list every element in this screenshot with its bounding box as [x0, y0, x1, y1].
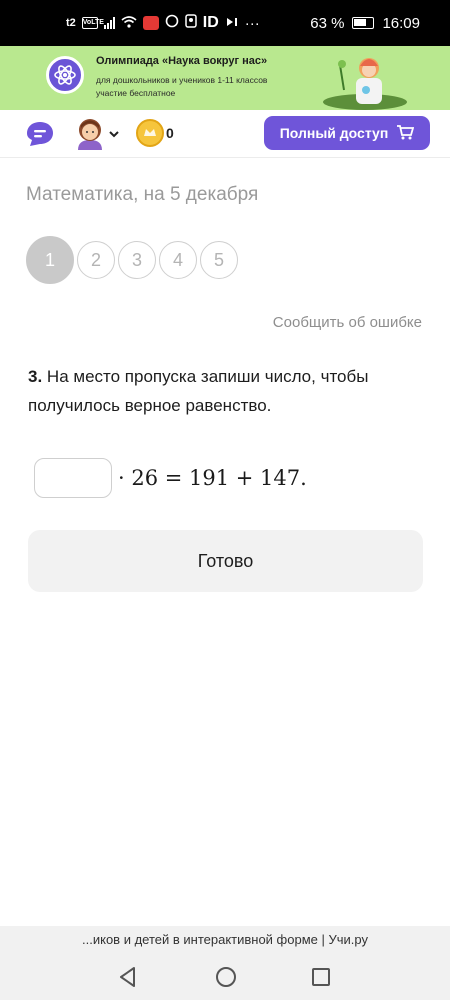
- answer-input[interactable]: [34, 458, 112, 498]
- banner-subtitle-line1: для дошкольников и учеников 1-11 классов: [96, 75, 268, 85]
- system-nav-bar: [0, 952, 450, 1000]
- home-icon[interactable]: [215, 966, 237, 993]
- status-right: 63 % 16:09: [310, 0, 420, 46]
- avatar[interactable]: [74, 116, 106, 150]
- page-title: Математика, на 5 декабря: [26, 184, 259, 205]
- id-icon: ID: [202, 14, 219, 31]
- report-error-link[interactable]: Сообщить об ошибке: [273, 314, 422, 331]
- status-left: t2 VoLTE ID ···: [66, 0, 260, 46]
- browser-url-bar[interactable]: ...иков и детей в интерактивной форме | …: [0, 926, 450, 952]
- step-1[interactable]: 1: [26, 236, 74, 284]
- question-number: 3.: [28, 367, 43, 386]
- shield-icon: [185, 14, 197, 32]
- equation: · 26 = 191 + 147.: [34, 458, 307, 498]
- wifi-icon: [121, 15, 137, 32]
- cart-icon: [396, 124, 415, 143]
- back-icon[interactable]: [118, 966, 138, 993]
- banner-subtitle-line2: участие бесплатное: [96, 88, 176, 98]
- banner-subtitle: для дошкольников и учеников 1-11 классов…: [96, 74, 306, 100]
- question-body: На место пропуска запиши число, чтобы по…: [28, 367, 369, 415]
- step-3[interactable]: 3: [118, 241, 156, 279]
- app-notification-icon: [142, 16, 159, 30]
- scientist-illustration: [320, 50, 410, 110]
- more-icon: ···: [244, 14, 260, 32]
- status-bar: t2 VoLTE ID ··· 63 % 16:09: [0, 0, 450, 46]
- battery-percent: 63 %: [310, 14, 345, 32]
- step-2[interactable]: 2: [77, 241, 115, 279]
- question-text: 3. На место пропуска запиши число, чтобы…: [28, 362, 423, 420]
- coin-count: 0: [166, 125, 174, 141]
- chat-notification-icon: [165, 14, 179, 32]
- clock: 16:09: [382, 14, 420, 32]
- step-indicator: 1 2 3 4 5: [26, 236, 238, 284]
- banner-title: Олимпиада «Наука вокруг нас»: [96, 55, 268, 67]
- step-4[interactable]: 4: [159, 241, 197, 279]
- done-button[interactable]: Готово: [28, 530, 423, 592]
- step-5[interactable]: 5: [200, 241, 238, 279]
- battery-icon: [352, 17, 375, 29]
- olympiad-banner[interactable]: Олимпиада «Наука вокруг нас» для дошколь…: [0, 46, 450, 110]
- signal-icon: [103, 17, 115, 29]
- volte-icon: VoLTE: [81, 17, 104, 29]
- chevron-down-icon[interactable]: [108, 126, 120, 144]
- carrier-label: t2: [66, 17, 76, 29]
- app-header: 0 Полный доступ: [0, 110, 450, 158]
- chat-icon[interactable]: [25, 120, 55, 153]
- cast-icon: [225, 15, 239, 32]
- recent-apps-icon[interactable]: [311, 967, 331, 992]
- full-access-button[interactable]: Полный доступ: [264, 116, 430, 150]
- coin-icon: [136, 119, 164, 147]
- olympiad-logo-icon: [46, 56, 84, 94]
- full-access-label: Полный доступ: [279, 125, 389, 141]
- equation-text: · 26 = 191 + 147.: [118, 466, 307, 490]
